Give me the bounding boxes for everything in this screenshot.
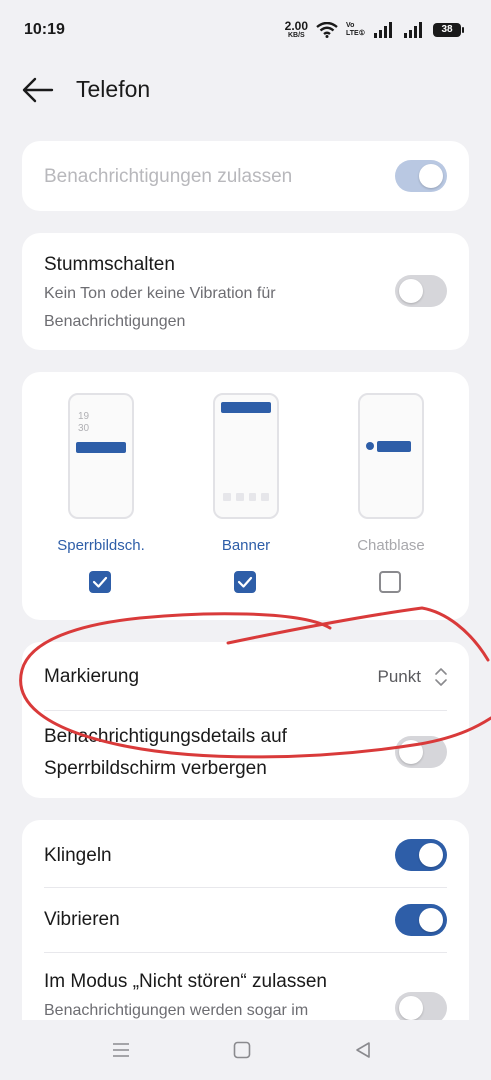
toggle-knob [399, 279, 423, 303]
status-bar: 10:19 2.00 KB/S Vo LTE① 38 [0, 0, 491, 62]
preview-dock [223, 493, 269, 501]
back-triangle-icon[interactable] [354, 1041, 372, 1059]
battery-icon: 38 [433, 22, 464, 37]
network-speed-unit: KB/S [287, 32, 305, 39]
preview-banner-bar [221, 402, 271, 413]
volte-indicator: Vo LTE① [346, 22, 365, 37]
preview-bubble-bar [377, 441, 411, 452]
allow-notifications-card: Benachrichtigungen zulassen [22, 141, 469, 211]
preview-clock-hour: 19 [78, 411, 90, 422]
menu-icon[interactable] [112, 1042, 130, 1058]
chevron-updown-icon [435, 668, 447, 686]
ring-toggle[interactable] [395, 839, 447, 871]
vibrate-label: Vibrieren [44, 909, 120, 930]
hide-details-line1: Benachrichtigungsdetails auf [44, 726, 287, 747]
allow-notifications-label: Benachrichtigungen zulassen [44, 166, 293, 187]
signal-icon-2 [404, 21, 422, 38]
page-title: Telefon [76, 76, 151, 102]
toggle-knob [399, 740, 423, 764]
allow-notifications-toggle[interactable] [395, 160, 447, 192]
vibrate-toggle[interactable] [395, 904, 447, 936]
mute-toggle[interactable] [395, 275, 447, 307]
system-nav-bar [0, 1020, 491, 1080]
notification-style-card: 19 30 Sperrbildsch. Banner Chatblase [22, 372, 469, 620]
volte-top: Vo [346, 21, 355, 29]
status-time: 10:19 [24, 21, 65, 38]
toggle-knob [399, 996, 423, 1020]
dnd-label: Im Modus „Nicht stören“ zulassen [44, 971, 327, 992]
back-arrow-icon[interactable] [22, 76, 54, 104]
mute-subtitle-line1: Kein Ton oder keine Vibration für [44, 285, 276, 302]
app-header: Telefon [0, 70, 491, 110]
marking-label: Markierung [44, 666, 140, 687]
status-icons: 2.00 KB/S Vo LTE① 38 [285, 20, 464, 39]
network-speed-value: 2.00 [284, 19, 309, 33]
signal-icon [374, 21, 392, 38]
banner-preview[interactable] [213, 393, 279, 519]
volte-bottom: LTE① [346, 29, 365, 37]
marking-row[interactable]: Markierung Punkt [22, 642, 469, 710]
mute-title: Stummschalten [44, 254, 175, 275]
preview-notification-bar [76, 442, 126, 453]
toggle-knob [419, 843, 443, 867]
network-speed: 2.00 KB/S [285, 20, 308, 39]
home-icon[interactable] [233, 1041, 251, 1059]
toggle-knob [419, 164, 443, 188]
mute-card[interactable]: Stummschalten Kein Ton oder keine Vibrat… [22, 233, 469, 350]
preview-bubble-dot [366, 442, 374, 450]
banner-checkbox[interactable] [234, 571, 256, 593]
divider [44, 887, 447, 888]
hide-details-toggle[interactable] [395, 736, 447, 768]
chatbubble-checkbox[interactable] [379, 571, 401, 593]
check-icon [237, 576, 253, 588]
divider [44, 952, 447, 953]
toggle-knob [419, 908, 443, 932]
hide-details-line2: Sperrbildschirm verbergen [44, 758, 267, 779]
wifi-icon [316, 21, 338, 38]
mute-subtitle-line2: Benachrichtigungen [44, 313, 186, 330]
style-label-banner: Banner [221, 537, 271, 554]
marking-card: Markierung Punkt Benachrichtigungsdetail… [22, 642, 469, 798]
battery-level: 38 [441, 24, 453, 35]
style-label-chatbubble: Chatblase [357, 537, 425, 554]
preview-clock-minute: 30 [78, 423, 90, 434]
divider [44, 710, 447, 711]
style-label-lockscreen: Sperrbildsch. [57, 537, 145, 554]
lockscreen-checkbox[interactable] [89, 571, 111, 593]
marking-value: Punkt [377, 667, 421, 686]
lockscreen-preview[interactable]: 19 30 [68, 393, 134, 519]
sound-card: Klingeln Vibrieren Im Modus „Nicht störe… [22, 820, 469, 1050]
chatbubble-preview[interactable] [358, 393, 424, 519]
ring-label: Klingeln [44, 845, 112, 866]
check-icon [92, 576, 108, 588]
